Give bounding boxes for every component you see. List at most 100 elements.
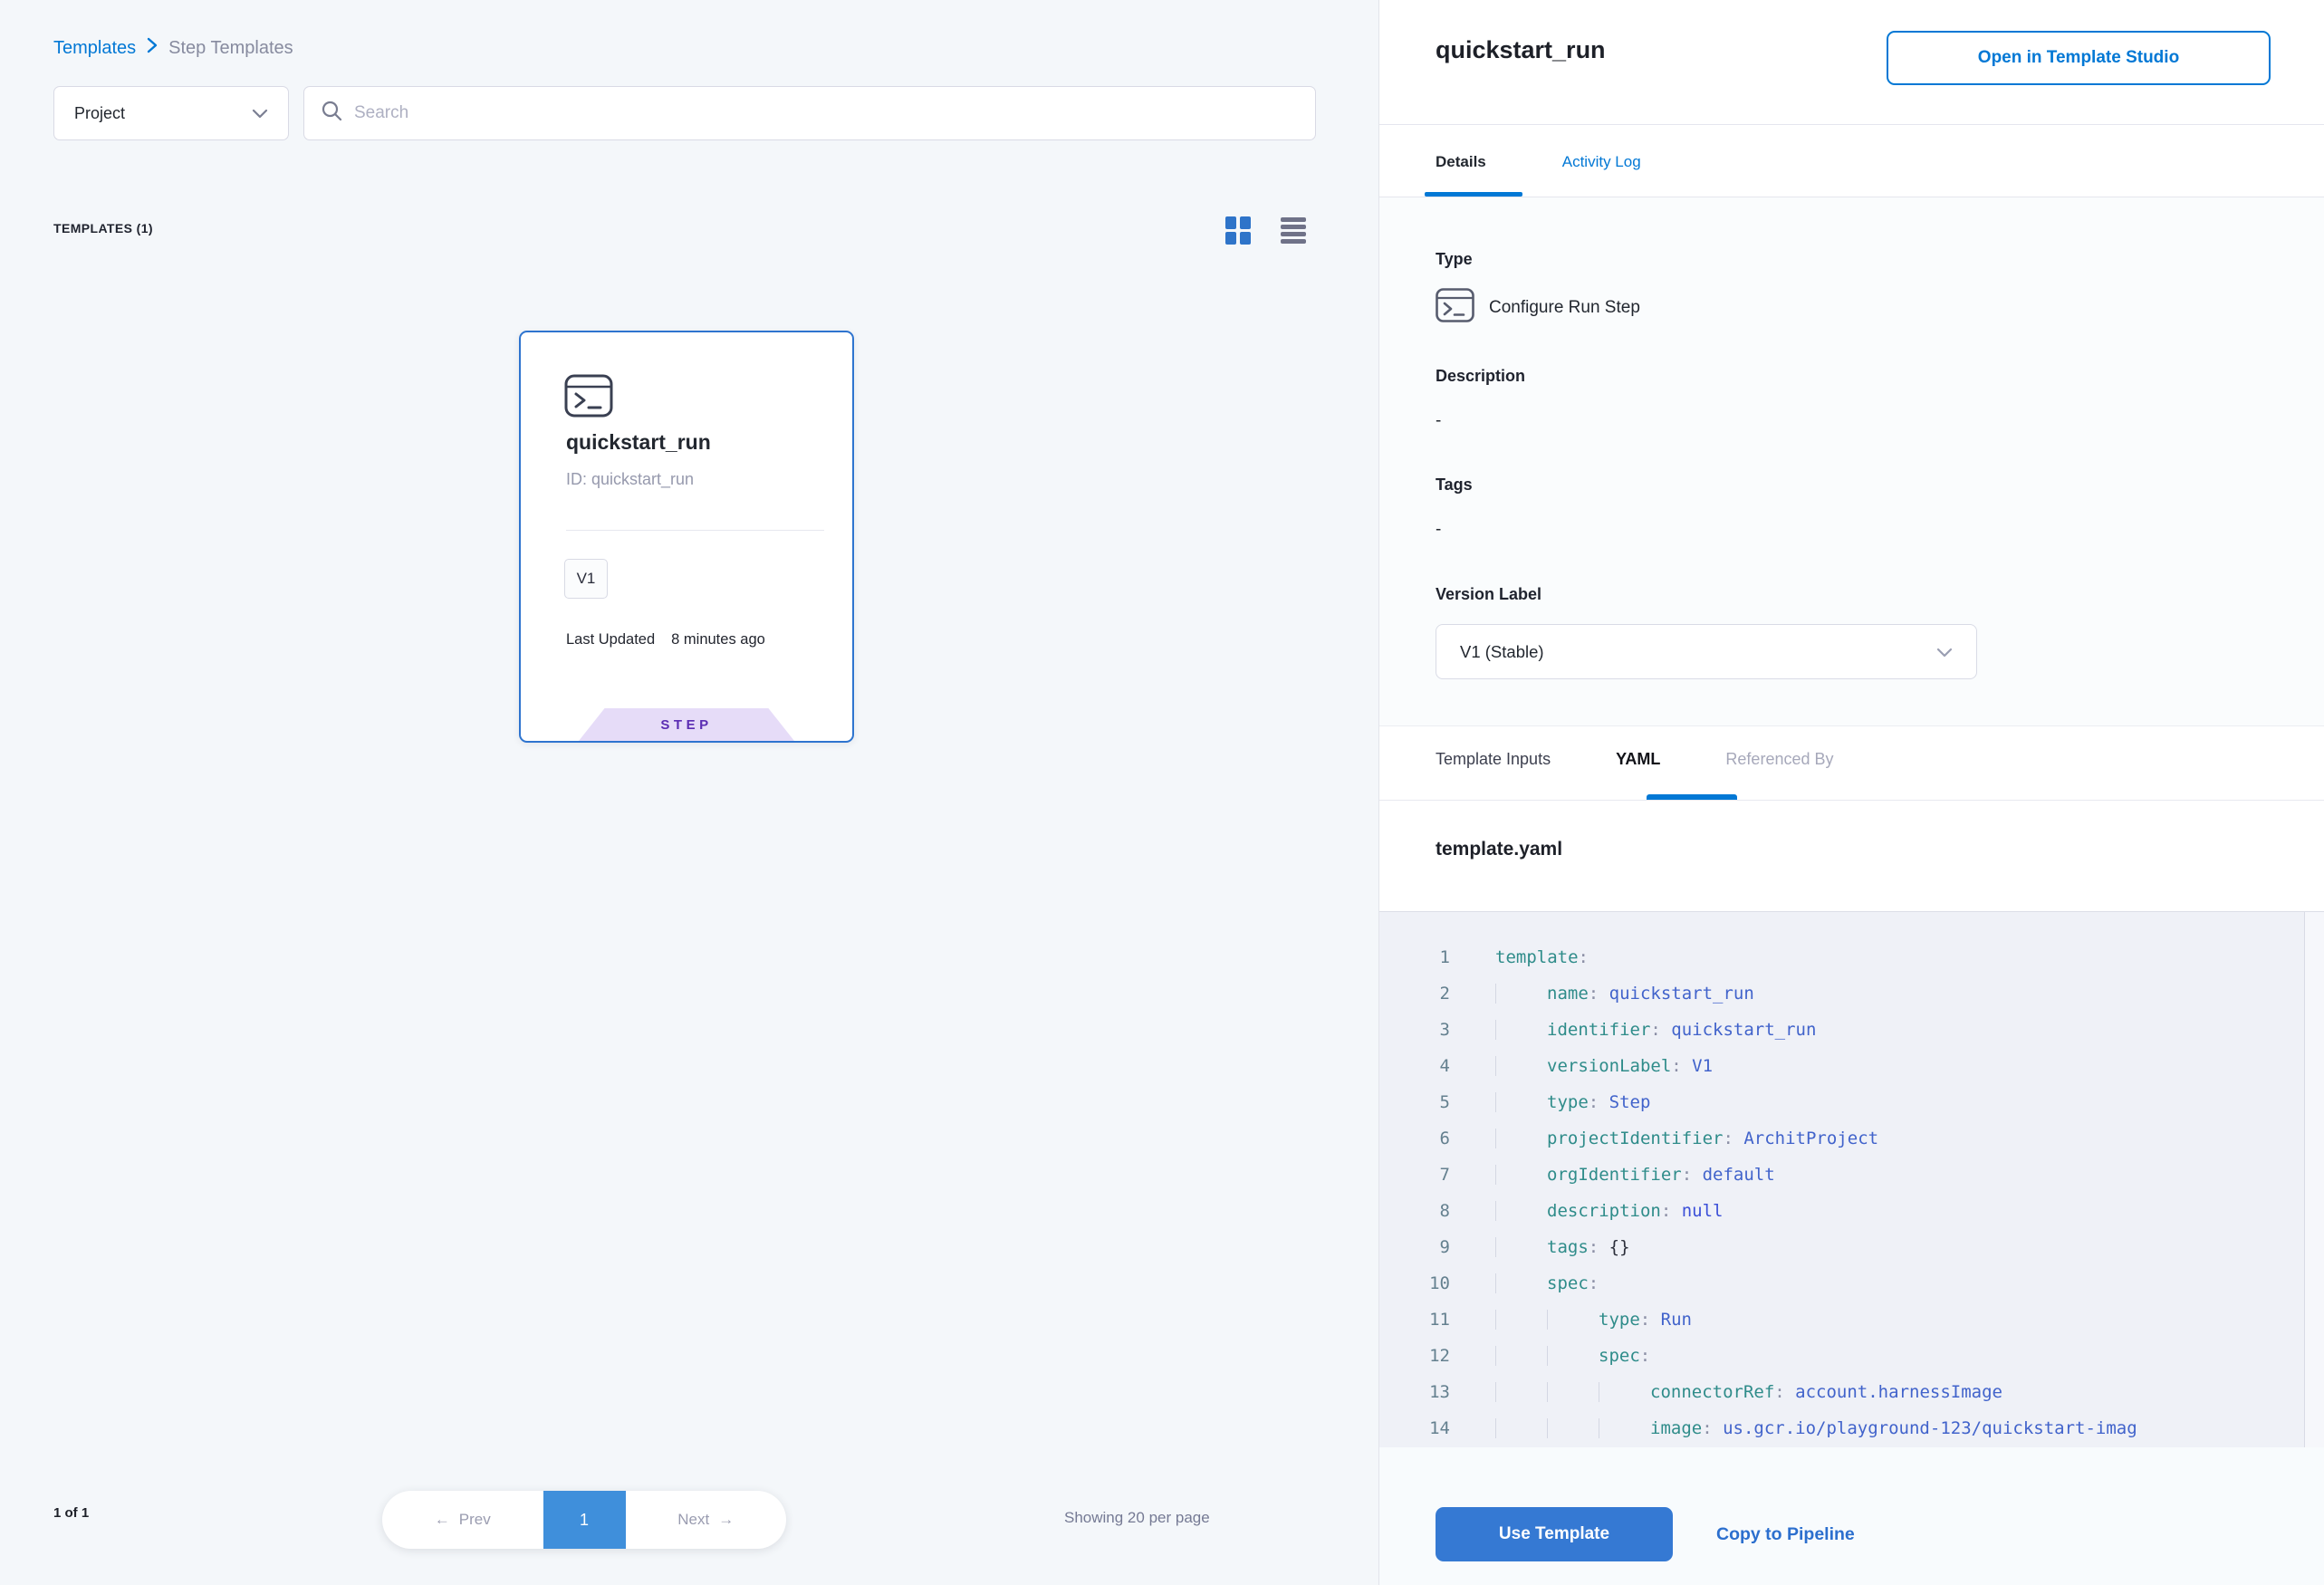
template-card-title: quickstart_run — [566, 430, 711, 455]
breadcrumb-templates-link[interactable]: Templates — [53, 38, 136, 59]
indent-guide — [1495, 1237, 1547, 1257]
yaml-code-lines: 1template: 2 name: quickstart_run 3identifi… — [1379, 939, 2324, 1446]
line-number: 2 — [1379, 984, 1450, 1004]
yaml-line: 9 tags: {} — [1379, 1229, 2324, 1265]
scope-select[interactable]: Project — [53, 86, 289, 140]
yaml-sub-tabs: Template Inputs YAML Referenced By — [1436, 750, 1834, 769]
yaml-tokens: versionLabel: V1 — [1547, 1056, 1713, 1076]
indent-guide — [1495, 1129, 1547, 1148]
yaml-tokens: image: us.gcr.io/playground-123/quicksta… — [1650, 1418, 2137, 1438]
yaml-tokens: spec: — [1547, 1273, 1599, 1293]
yaml-tokens: spec: — [1599, 1346, 1650, 1366]
header-divider — [1379, 124, 2324, 125]
line-number: 7 — [1379, 1165, 1450, 1185]
yaml-tokens: type: Step — [1547, 1092, 1650, 1112]
indent-guide — [1495, 1418, 1547, 1438]
yaml-tokens: name: quickstart_run — [1547, 984, 1754, 1004]
yaml-line: 1template: — [1379, 939, 2324, 975]
line-number: 11 — [1379, 1310, 1450, 1330]
line-number: 10 — [1379, 1273, 1450, 1293]
indent-guide — [1495, 1020, 1547, 1040]
yaml-line: 12spec: — [1379, 1338, 2324, 1374]
line-number: 14 — [1379, 1418, 1450, 1438]
templates-count-header: TEMPLATES (1) — [53, 221, 153, 235]
type-value: Configure Run Step — [1489, 298, 1640, 318]
search-box — [303, 86, 1316, 140]
yaml-code-viewer: 1template: 2 name: quickstart_run 3identifi… — [1379, 911, 2324, 1447]
indent-guide — [1599, 1382, 1650, 1402]
tab-activity-log[interactable]: Activity Log — [1562, 148, 1641, 193]
details-tabs: Details Activity Log — [1436, 148, 1641, 193]
templates-page: Templates Step Templates Project TEMPLAT… — [0, 0, 2324, 1585]
list-view-icon[interactable] — [1280, 215, 1309, 245]
breadcrumb-chevron-icon — [147, 36, 158, 60]
pagination-summary: 1 of 1 — [53, 1505, 89, 1521]
indent-guide — [1495, 984, 1547, 1004]
version-select-value: V1 (Stable) — [1460, 642, 1544, 662]
prev-page-button[interactable]: ← Prev — [382, 1491, 543, 1549]
chevron-down-icon — [252, 104, 268, 123]
description-label: Description — [1436, 367, 1525, 386]
tags-label: Tags — [1436, 476, 1473, 495]
code-scrollbar-gutter[interactable] — [2304, 912, 2324, 1447]
indent-guide — [1495, 1346, 1547, 1366]
yaml-tokens: identifier: quickstart_run — [1547, 1020, 1816, 1040]
open-in-template-studio-button[interactable]: Open in Template Studio — [1887, 31, 2271, 85]
yaml-tokens: connectorRef: account.harnessImage — [1650, 1382, 2002, 1402]
yaml-line: 13 connectorRef: account.harnessImage — [1379, 1374, 2324, 1410]
pagination-control: ← Prev 1 Next → — [382, 1491, 786, 1549]
indent-guide — [1495, 1310, 1547, 1330]
indent-guide — [1599, 1418, 1650, 1438]
search-input[interactable] — [354, 103, 1299, 123]
search-icon — [321, 100, 343, 127]
yaml-tokens: tags: {} — [1547, 1237, 1630, 1257]
line-number: 13 — [1379, 1382, 1450, 1402]
card-divider — [566, 530, 824, 531]
yaml-line: 3identifier: quickstart_run — [1379, 1012, 2324, 1048]
template-card-id: ID: quickstart_run — [566, 470, 694, 489]
page-size-text: Showing 20 per page — [1064, 1509, 1210, 1527]
yaml-tokens: projectIdentifier: ArchitProject — [1547, 1129, 1878, 1148]
tab-details[interactable]: Details — [1436, 148, 1508, 193]
type-value-row: Configure Run Step — [1436, 288, 1640, 328]
indent-guide — [1495, 1092, 1547, 1112]
yaml-line: 6projectIdentifier: ArchitProject — [1379, 1120, 2324, 1157]
yaml-tokens: orgIdentifier: default — [1547, 1165, 1775, 1185]
yaml-line: 7 orgIdentifier: default — [1379, 1157, 2324, 1193]
tab-referenced-by[interactable]: Referenced By — [1725, 750, 1833, 769]
version-select[interactable]: V1 (Stable) — [1436, 624, 1977, 679]
grid-view-icon[interactable] — [1224, 215, 1253, 245]
subtabs-divider — [1379, 800, 2324, 801]
use-template-button[interactable]: Use Template — [1436, 1507, 1673, 1561]
yaml-line: 8 description: null — [1379, 1193, 2324, 1229]
line-number: 4 — [1379, 1056, 1450, 1076]
next-page-button[interactable]: Next → — [626, 1491, 787, 1549]
line-number: 5 — [1379, 1092, 1450, 1112]
line-number: 8 — [1379, 1201, 1450, 1221]
yaml-tokens: description: null — [1547, 1201, 1724, 1221]
yaml-file-name: template.yaml — [1436, 839, 1562, 860]
last-updated-value: 8 minutes ago — [671, 631, 765, 648]
copy-to-pipeline-link[interactable]: Copy to Pipeline — [1716, 1524, 1855, 1545]
yaml-tokens: template: — [1495, 947, 1589, 967]
last-updated-label: Last Updated — [566, 631, 655, 648]
indent-guide — [1547, 1418, 1599, 1438]
prev-label: Prev — [459, 1511, 491, 1529]
arrow-right-icon: → — [718, 1511, 734, 1529]
yaml-tokens: type: Run — [1599, 1310, 1692, 1330]
template-card[interactable]: quickstart_run ID: quickstart_run V1 Las… — [519, 331, 854, 743]
scope-select-value: Project — [74, 104, 125, 123]
tab-template-inputs[interactable]: Template Inputs — [1436, 750, 1551, 769]
version-badge: V1 — [564, 559, 608, 599]
yaml-line: 11 type: Run — [1379, 1302, 2324, 1338]
panel-title: quickstart_run — [1436, 36, 1606, 64]
tab-yaml[interactable]: YAML — [1616, 750, 1660, 769]
tags-value: - — [1436, 520, 1441, 540]
yaml-line: 2 name: quickstart_run — [1379, 975, 2324, 1012]
last-updated-row: Last Updated 8 minutes ago — [566, 631, 765, 648]
run-step-terminal-icon-small — [1436, 288, 1474, 328]
details-content: Type Configure Run Step Description - Ta… — [1379, 197, 2324, 726]
current-page-button[interactable]: 1 — [543, 1491, 626, 1549]
next-label: Next — [677, 1511, 709, 1529]
line-number: 9 — [1379, 1237, 1450, 1257]
